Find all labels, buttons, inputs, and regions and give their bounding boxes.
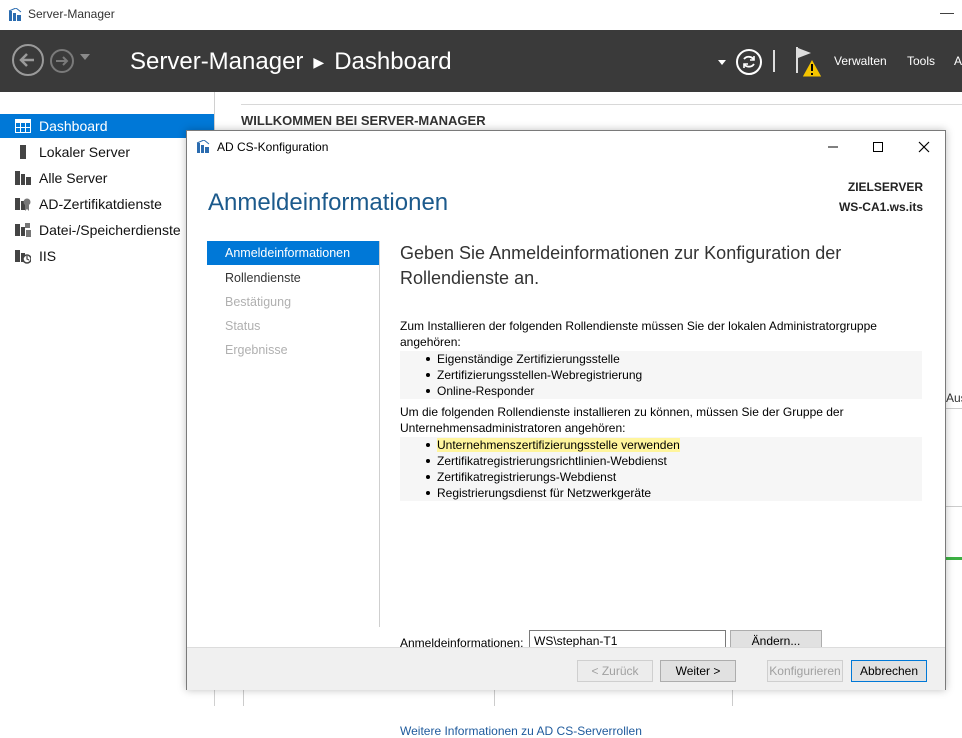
app-title: Server-Manager	[130, 48, 304, 75]
step-bestaetigung: Bestätigung	[207, 290, 379, 314]
bullet-icon	[426, 443, 430, 447]
local-admin-role-list: Eigenständige Zertifizierungsstelle Zert…	[400, 351, 922, 399]
cancel-button[interactable]: Abbrechen	[851, 660, 927, 682]
left-navigation: Dashboard Lokaler Server Alle Server AD-…	[0, 92, 215, 706]
local-admin-paragraph: Zum Installieren der folgenden Rollendie…	[400, 319, 877, 349]
step-anmeldeinformationen[interactable]: Anmeldeinformationen	[207, 241, 379, 265]
servers-icon	[15, 171, 31, 185]
step-label: Ergebnisse	[225, 343, 288, 357]
background-fragment-text: Aus	[946, 391, 962, 405]
sidebar-item-alle-server[interactable]: Alle Server	[0, 166, 214, 190]
bullet-icon	[426, 475, 430, 479]
bullet-icon	[426, 389, 430, 393]
background-tile-edge	[494, 690, 495, 706]
sidebar-item-label: Dashboard	[39, 118, 108, 134]
list-item: Zertifizierungsstellen-Webregistrierung	[400, 367, 922, 383]
sidebar-item-ad-zertifikatdienste[interactable]: AD-Zertifikatdienste	[0, 192, 214, 216]
back-button[interactable]	[12, 44, 44, 76]
notification-flag-icon[interactable]	[793, 45, 827, 79]
refresh-icon	[743, 55, 755, 68]
list-item-text: Zertifizierungsstellen-Webregistrierung	[437, 368, 643, 382]
list-item-text: Eigenständige Zertifizierungsstelle	[437, 352, 620, 366]
breadcrumb-separator-icon: ▶	[313, 54, 325, 71]
sidebar-item-datei-speicherdienste[interactable]: Datei-/Speicherdienste	[0, 218, 214, 242]
iis-icon	[15, 250, 31, 264]
dialog-title: AD CS-Konfiguration	[217, 140, 329, 154]
sidebar-item-iis[interactable]: IIS	[0, 244, 214, 268]
step-label: Rollendienste	[225, 271, 301, 285]
steps-divider	[379, 241, 380, 627]
forward-button[interactable]	[50, 49, 74, 73]
server-manager-header: Server-Manager ▶ Dashboard Verwalten Tools…	[0, 30, 962, 92]
refresh-button[interactable]	[736, 49, 762, 75]
list-item: Zertifikatregistrierungs-Webdienst	[400, 469, 922, 485]
maximize-icon[interactable]	[868, 137, 888, 157]
enterprise-admin-paragraph: Um die folgenden Rollendienste installie…	[400, 405, 844, 435]
instruction-lead: Geben Sie Anmeldeinformationen zur Konfi…	[400, 243, 842, 288]
server-icon	[20, 145, 26, 159]
step-rollendienste[interactable]: Rollendienste	[207, 266, 379, 290]
dashboard-divider	[241, 104, 962, 105]
background-tile-edge	[243, 690, 244, 706]
certificate-icon	[15, 198, 31, 211]
outer-title-bar: Server-Manager —	[0, 0, 962, 30]
server-manager-app-icon	[8, 8, 22, 21]
step-ergebnisse: Ergebnisse	[207, 338, 379, 362]
sidebar-item-label: Alle Server	[39, 170, 108, 186]
outer-window-title: Server-Manager	[28, 7, 115, 21]
configure-button[interactable]: Konfigurieren	[767, 660, 843, 682]
menu-verwalten[interactable]: Verwalten	[834, 54, 887, 68]
storage-icon	[15, 223, 31, 237]
list-item: Online-Responder	[400, 383, 922, 399]
more-info-link[interactable]: Weitere Informationen zu AD CS-Serverrol…	[400, 724, 642, 738]
dialog-heading: Anmeldeinformationen	[208, 189, 449, 216]
breadcrumb-dashboard: Dashboard	[334, 48, 452, 75]
close-icon[interactable]	[914, 137, 934, 157]
back-wizard-button[interactable]: < Zurück	[577, 660, 653, 682]
ad-cs-configuration-dialog: AD CS-Konfiguration Anmeldeinformationen…	[186, 130, 946, 738]
header-dropdown-icon[interactable]	[718, 60, 726, 65]
enterprise-admin-role-list: Unternehmenszertifizierungsstelle verwen…	[400, 437, 922, 501]
sidebar-item-label: IIS	[39, 248, 57, 264]
arrow-left-icon	[19, 53, 34, 67]
list-item-text: Registrierungsdienst für Netzwerkgeräte	[437, 486, 652, 500]
next-button[interactable]: Weiter >	[660, 660, 736, 682]
list-item-text: Online-Responder	[437, 384, 535, 398]
menu-tools[interactable]: Tools	[907, 54, 935, 68]
sidebar-item-label: Datei-/Speicherdienste	[39, 222, 181, 238]
sidebar-item-label: Lokaler Server	[39, 144, 131, 160]
dialog-footer: < Zurück Weiter > Konfigurieren Abbreche…	[187, 647, 945, 690]
list-item: Eigenständige Zertifizierungsstelle	[400, 351, 922, 367]
sidebar-item-dashboard[interactable]: Dashboard	[0, 114, 214, 138]
list-item-text-highlighted: Unternehmenszertifizierungsstelle verwen…	[437, 438, 680, 452]
history-dropdown-icon[interactable]	[80, 54, 90, 60]
target-server-value: WS-CA1.ws.its	[838, 200, 923, 214]
dashboard-icon	[15, 119, 31, 133]
sidebar-item-lokaler-server[interactable]: Lokaler Server	[0, 140, 214, 164]
welcome-heading: WILLKOMMEN BEI SERVER-MANAGER	[241, 113, 486, 128]
minimize-icon[interactable]	[823, 137, 843, 157]
bullet-icon	[426, 491, 430, 495]
outer-minimize-button[interactable]: —	[940, 4, 954, 20]
step-label: Anmeldeinformationen	[225, 246, 351, 260]
list-item-text: Zertifikatregistrierungs-Webdienst	[437, 470, 617, 484]
list-item-text: Zertifikatregistrierungsrichtlinien-Webd…	[437, 454, 667, 468]
list-item: Unternehmenszertifizierungsstelle verwen…	[400, 437, 922, 453]
background-tile-edge	[732, 690, 733, 706]
bullet-icon	[426, 373, 430, 377]
list-item: Registrierungsdienst für Netzwerkgeräte	[400, 485, 922, 501]
bullet-icon	[426, 357, 430, 361]
page-title: Server-Manager ▶ Dashboard	[130, 48, 452, 76]
step-status: Status	[207, 314, 379, 338]
step-label: Bestätigung	[225, 295, 292, 309]
arrow-right-icon	[56, 56, 69, 66]
list-item: Zertifikatregistrierungsrichtlinien-Webd…	[400, 453, 922, 469]
header-separator	[773, 50, 775, 72]
menu-truncated[interactable]: A	[954, 54, 962, 68]
dialog-app-icon	[196, 140, 210, 153]
sidebar-item-label: AD-Zertifikatdienste	[39, 196, 162, 212]
bullet-icon	[426, 459, 430, 463]
target-server-label: ZIELSERVER	[847, 180, 923, 194]
step-label: Status	[225, 319, 261, 333]
